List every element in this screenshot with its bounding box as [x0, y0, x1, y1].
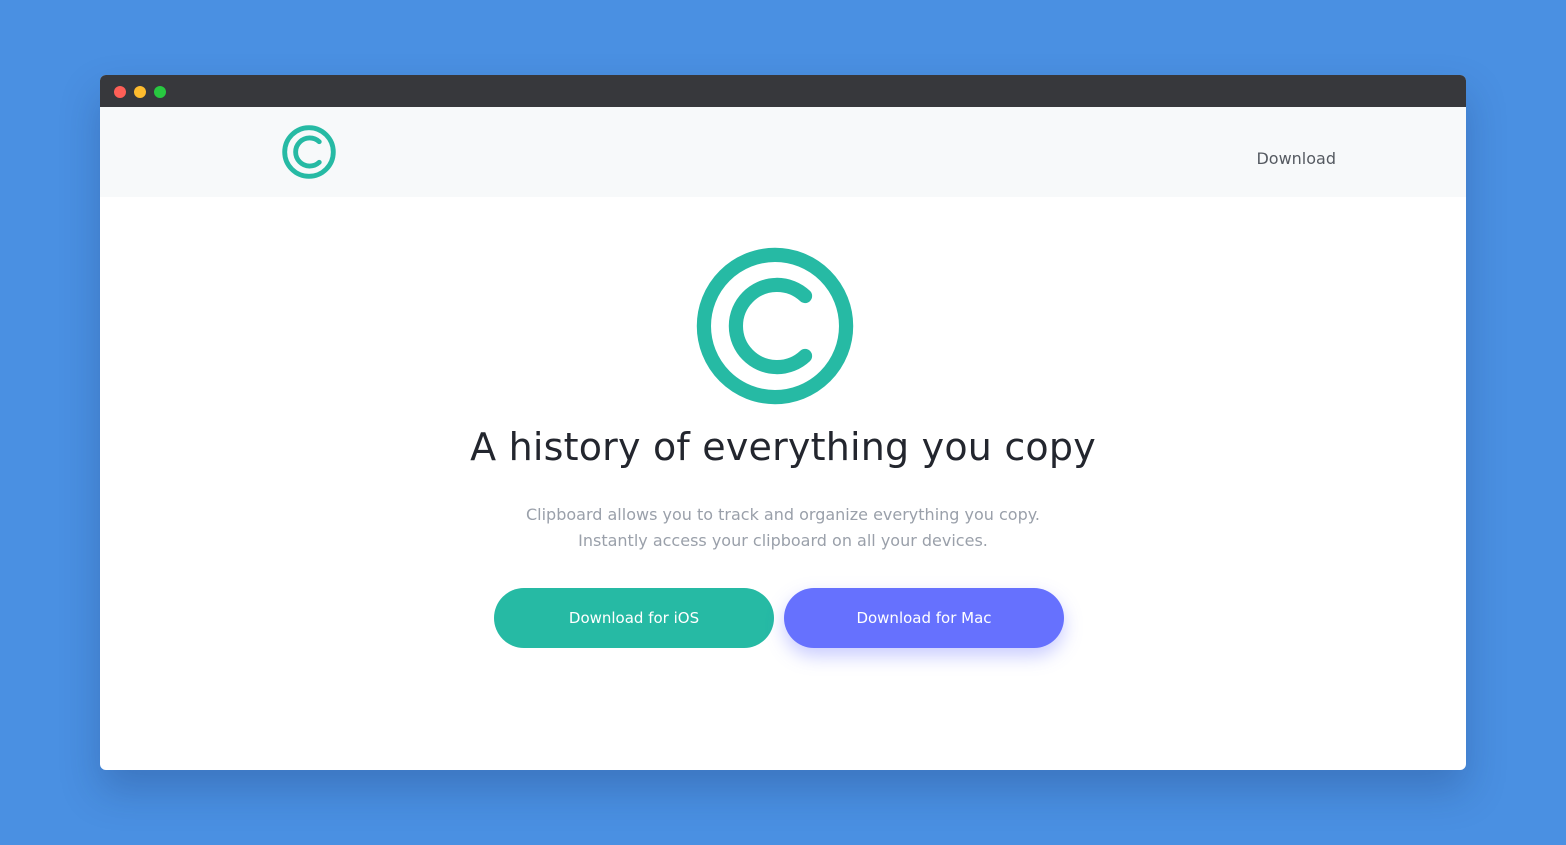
- hero-subtext-line-2: Instantly access your clipboard on all y…: [578, 531, 988, 550]
- download-buttons: Download for iOS Download for Mac: [494, 588, 1064, 648]
- download-ios-button[interactable]: Download for iOS: [494, 588, 774, 648]
- copyright-icon: [696, 247, 854, 405]
- site-navbar: Download: [100, 107, 1466, 197]
- hero-subtext-line-1: Clipboard allows you to track and organi…: [525, 505, 1041, 524]
- window-titlebar: [100, 75, 1466, 107]
- hero-headline: A history of everything you copy: [470, 425, 1096, 469]
- download-mac-button[interactable]: Download for Mac: [784, 588, 1064, 648]
- nav-download-link[interactable]: Download: [1256, 149, 1336, 168]
- minimize-window-button[interactable]: [134, 86, 146, 98]
- browser-window: Download A history of everything you cop…: [100, 75, 1466, 770]
- close-window-button[interactable]: [114, 86, 126, 98]
- maximize-window-button[interactable]: [154, 86, 166, 98]
- hero-subtext: Clipboard allows you to track and organi…: [100, 502, 1466, 554]
- copyright-icon[interactable]: [282, 125, 336, 179]
